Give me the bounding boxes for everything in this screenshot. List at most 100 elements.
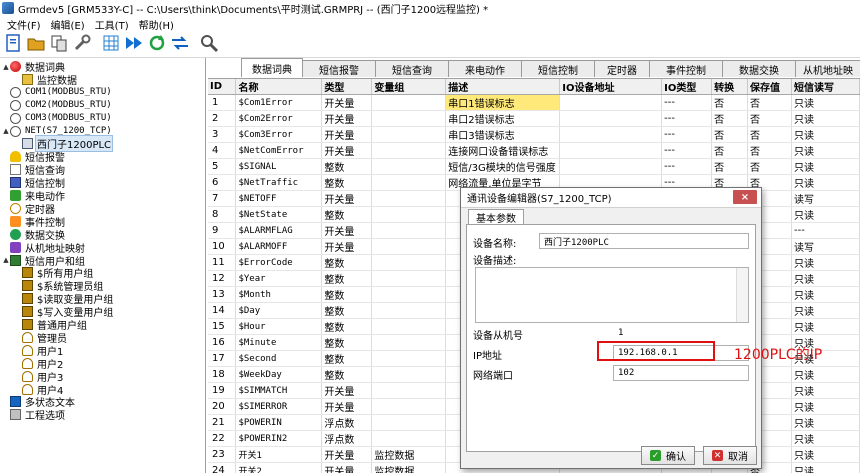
cell-name: 开关1: [235, 446, 323, 463]
tree-monitor-data[interactable]: 监控数据: [14, 73, 78, 87]
tree-item-label: 工程选项: [25, 411, 65, 423]
tree-com3[interactable]: COM3(MODBUS_RTU): [2, 112, 113, 125]
column-header[interactable]: 描述: [445, 79, 561, 95]
cell-name: $SIMMATCH: [235, 382, 323, 399]
tree-item-label: COM3(MODBUS_RTU): [25, 113, 112, 124]
ip-address-label: IP地址: [473, 351, 502, 362]
user-icon: [22, 370, 33, 382]
ok-button[interactable]: ✓ 确认: [641, 446, 695, 465]
column-header[interactable]: 转换: [711, 79, 749, 95]
tab-2[interactable]: 短信查询: [375, 60, 449, 77]
cell-group: [371, 238, 447, 255]
toolbar-button-grid-download[interactable]: [100, 34, 122, 56]
toolbar-button-wrench[interactable]: [71, 34, 93, 56]
table-row[interactable]: 5 $SIGNAL 整数 短信/3G模块的信号强度 --- 否否只读: [208, 158, 860, 175]
menu-item-1[interactable]: 编辑(E): [46, 17, 90, 32]
toolbar-button-transfer[interactable]: [169, 34, 191, 56]
cell-sms-rw: 只读: [791, 414, 860, 431]
table-row[interactable]: 2 $Com2Error 开关量 串口2错误标志 --- 否否只读: [208, 110, 860, 127]
cell-group: [371, 366, 447, 383]
tab-7[interactable]: 数据交换: [722, 60, 796, 77]
group-icon: [22, 293, 33, 305]
group-icon: [22, 267, 33, 279]
title-bar: Grmdev5 [GRM533Y-C] -- C:\Users\think\Do…: [0, 0, 860, 16]
tab-1[interactable]: 短信报警: [302, 60, 376, 77]
expander-icon[interactable]: ▲: [2, 63, 10, 71]
toolbar-button-new[interactable]: [2, 34, 24, 56]
device-desc-scrollbar[interactable]: [736, 268, 748, 322]
cell-group: [371, 334, 447, 351]
cell-sms-rw: 只读: [791, 318, 860, 335]
cell-sms-rw: 读写: [791, 238, 860, 255]
plc-icon: [22, 138, 33, 150]
user-icon: [22, 357, 33, 369]
tab-5[interactable]: 定时器: [594, 60, 650, 77]
toolbar-button-sync[interactable]: [146, 34, 168, 56]
db-icon: [10, 61, 21, 72]
toolbar-button-magnifier[interactable]: [198, 34, 220, 56]
menu-item-2[interactable]: 工具(T): [90, 17, 134, 32]
menu-item-3[interactable]: 帮助(H): [134, 17, 179, 32]
cell-id: 8: [208, 206, 237, 223]
cell-name: $Com3Error: [235, 126, 323, 143]
cell-id: 5: [208, 158, 237, 175]
tab-0[interactable]: 数据词典: [241, 58, 303, 77]
cell-id: 18: [208, 366, 237, 383]
basic-params-panel: 设备名称: 西门子1200PLC 设备描述: 设备从机号 1 IP地址 192.…: [466, 224, 756, 452]
toolbar-button-copy[interactable]: [48, 34, 70, 56]
cell-convert: 否: [711, 126, 749, 143]
cell-name: 开关2: [235, 462, 323, 473]
cell-desc: 串口1错误标志: [445, 94, 561, 111]
column-header[interactable]: 保存值: [747, 79, 792, 95]
device-desc-textarea[interactable]: [475, 267, 749, 323]
tab-4[interactable]: 短信控制: [521, 60, 595, 77]
tab-3[interactable]: 来电动作: [448, 60, 522, 77]
table-row[interactable]: 1 $Com1Error 开关量 串口1错误标志 --- 否否只读: [208, 94, 860, 111]
expander-icon[interactable]: ▲: [2, 127, 10, 135]
slave-id-input[interactable]: 1: [613, 325, 749, 341]
tab-8[interactable]: 从机地址映: [795, 60, 860, 77]
cancel-button[interactable]: ✕ 取消: [703, 446, 757, 465]
cell-sms-rw: 只读: [791, 462, 860, 473]
cell-sms-rw: 只读: [791, 286, 860, 303]
cell-io-type: ---: [661, 158, 713, 175]
tree-project-options[interactable]: 工程选项: [2, 408, 66, 423]
cell-desc: 连接网口设备错误标志: [445, 142, 561, 159]
tab-basic-params[interactable]: 基本参数: [468, 209, 524, 225]
cell-group: 监控数据: [371, 462, 447, 473]
table-row[interactable]: 4 $NetComError 开关量 连接网口设备错误标志 --- 否否只读: [208, 142, 860, 159]
column-header[interactable]: 名称: [235, 79, 323, 95]
toolbar-button-fast-forward[interactable]: [123, 34, 145, 56]
magnifier-icon: [199, 33, 219, 56]
menu-item-0[interactable]: 文件(F): [2, 17, 46, 32]
project-tree: ▲ 数据词典 监控数据 COM1(MODBUS_RTU) COM2(MODBUS_RTU…: [0, 58, 206, 473]
map-icon: [10, 241, 21, 253]
column-header[interactable]: IO类型: [661, 79, 713, 95]
cell-name: $NetState: [235, 206, 323, 223]
cell-id: 12: [208, 270, 237, 287]
column-header[interactable]: ID: [208, 79, 237, 95]
expander-icon[interactable]: ▲: [2, 256, 10, 264]
column-header[interactable]: 短信读写: [791, 79, 860, 95]
cell-sms-rw: 只读: [791, 430, 860, 447]
device-name-input[interactable]: 西门子1200PLC: [539, 233, 749, 249]
network-port-input[interactable]: 102: [613, 365, 749, 381]
cell-type: 开关量: [321, 446, 373, 463]
cell-name: $NetTraffic: [235, 174, 323, 191]
net-icon: [10, 125, 21, 137]
column-header[interactable]: 类型: [321, 79, 373, 95]
tab-6[interactable]: 事件控制: [649, 60, 723, 77]
cell-desc: 短信/3G模块的信号强度: [445, 158, 561, 175]
tree-com1[interactable]: COM1(MODBUS_RTU): [2, 86, 113, 99]
dialog-close-button[interactable]: ×: [733, 190, 757, 204]
slave-id-label: 设备从机号: [473, 331, 523, 342]
column-header[interactable]: IO设备地址: [559, 79, 663, 95]
column-header[interactable]: 变量组: [371, 79, 447, 95]
cell-name: $POWERIN2: [235, 430, 323, 447]
toolbar-button-open-folder[interactable]: [25, 34, 47, 56]
cell-io-type: ---: [661, 110, 713, 127]
cell-sms-rw: 只读: [791, 446, 860, 463]
table-row[interactable]: 3 $Com3Error 开关量 串口3错误标志 --- 否否只读: [208, 126, 860, 143]
cell-sms-rw: 只读: [791, 206, 860, 223]
tree-com2[interactable]: COM2(MODBUS_RTU): [2, 99, 113, 112]
